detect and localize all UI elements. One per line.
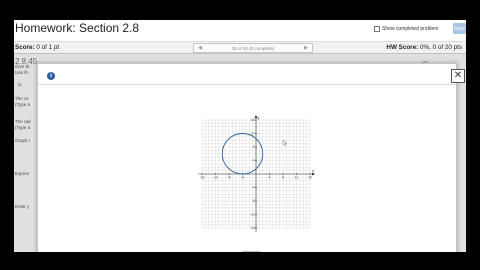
- x-tick-label: -8: [228, 176, 231, 180]
- next-question-icon[interactable]: ▶: [300, 45, 312, 51]
- score-value: 0 of 1 pt: [36, 44, 60, 51]
- close-button[interactable]: ✕: [451, 69, 465, 83]
- info-icon: i: [47, 72, 55, 80]
- question-navigator[interactable]: ◀ 35 of 20 (0 complete) ▶: [193, 43, 313, 53]
- question-nav-text[interactable]: 35 of 20 (0 complete): [206, 46, 300, 51]
- x-tick-label: 12: [295, 176, 299, 180]
- mouse-cursor-icon: [282, 139, 288, 146]
- ok-button[interactable]: OK: [241, 251, 261, 252]
- y-tick-label: 8: [253, 145, 255, 149]
- close-icon[interactable]: ✕: [454, 70, 462, 81]
- score: Score: 0 of 1 pt: [15, 44, 59, 51]
- x-tick-label: -16: [200, 176, 205, 180]
- x-tick-label: -4: [241, 176, 244, 180]
- prev-question-icon[interactable]: ◀: [194, 45, 206, 51]
- show-completed-checkbox[interactable]: [374, 26, 380, 32]
- dialog-divider: [38, 84, 456, 85]
- x-tick-label: 16: [308, 176, 312, 180]
- y-tick-label: -12: [250, 213, 255, 217]
- hw-score-value: 0%, 0 of 20 pts: [419, 44, 462, 51]
- y-tick-label: -8: [252, 199, 255, 203]
- x-tick-label: 8: [282, 176, 284, 180]
- browser-screen: Homework: Section 2.8 Show completed pro…: [14, 20, 466, 252]
- page-title: Homework: Section 2.8: [15, 21, 140, 35]
- show-completed-label: Show completed problem: [382, 26, 439, 32]
- graph-dialog: i ✕ x y -16 -12 -8 -4 4 8 12 16 16 12 8 4 -4 -8 -12 -16 O…: [37, 63, 465, 252]
- y-tick-label: 12: [251, 132, 255, 136]
- y-tick-label: 4: [253, 159, 255, 163]
- y-axis-label: y: [258, 115, 260, 120]
- x-axis-label: x: [312, 168, 314, 173]
- score-label: Score:: [15, 44, 35, 51]
- y-tick-label: -16: [250, 226, 255, 230]
- coordinate-graph: x y -16 -12 -8 -4 4 8 12 16 16 12 8 4 -4 -8 -12 -16: [198, 115, 315, 232]
- x-tick-label: -12: [213, 176, 218, 180]
- show-completed-toggle[interactable]: Show completed problem: [374, 26, 438, 32]
- hw-score: HW Score: 0%, 0 of 20 pts: [386, 44, 462, 51]
- y-tick-label: 16: [251, 118, 255, 122]
- hw-score-label: HW Score:: [386, 44, 419, 51]
- x-tick-label: 4: [269, 176, 271, 180]
- save-button[interactable]: Save: [453, 23, 466, 34]
- y-tick-label: -4: [252, 186, 255, 190]
